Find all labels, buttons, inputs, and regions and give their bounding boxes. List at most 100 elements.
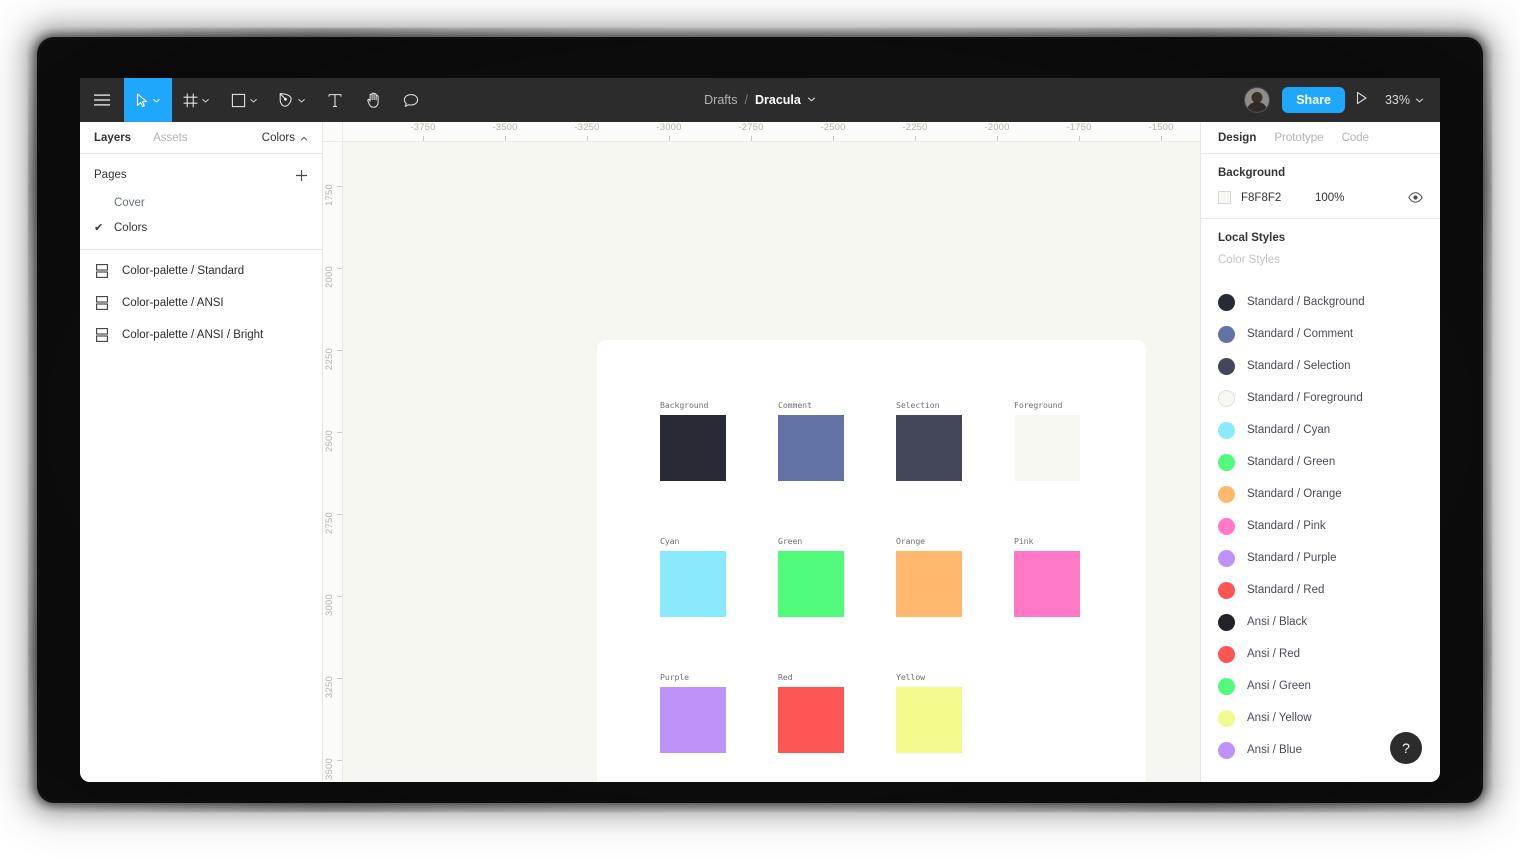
color-style-row[interactable]: Standard / Orange bbox=[1201, 478, 1440, 510]
colors-section-toggle[interactable]: Colors bbox=[262, 132, 308, 144]
color-swatch-box[interactable] bbox=[660, 415, 726, 481]
help-button[interactable]: ? bbox=[1390, 732, 1422, 764]
color-styles-subtitle: Color Styles bbox=[1218, 254, 1280, 266]
color-swatch-cell[interactable]: Yellow bbox=[896, 672, 962, 753]
color-style-label: Ansi / Yellow bbox=[1247, 712, 1312, 724]
color-swatch-cell[interactable]: Foreground bbox=[1014, 400, 1080, 481]
user-avatar[interactable] bbox=[1244, 87, 1271, 113]
color-swatch-box[interactable] bbox=[896, 687, 962, 753]
color-swatch-box[interactable] bbox=[896, 551, 962, 617]
canvas-surface[interactable]: Background Comment Selection Foreground Cyan… bbox=[343, 142, 1200, 782]
ruler-corner[interactable] bbox=[323, 122, 343, 142]
layer-row[interactable]: Color-palette / Standard bbox=[80, 255, 322, 287]
color-style-row[interactable]: Ansi / Black bbox=[1201, 606, 1440, 638]
ruler-tick-label: 2000 bbox=[324, 266, 335, 288]
color-swatch-cell[interactable]: Background bbox=[660, 400, 726, 481]
component-set-icon bbox=[96, 328, 122, 342]
color-swatch-box[interactable] bbox=[778, 551, 844, 617]
color-swatch-box[interactable] bbox=[1014, 415, 1080, 481]
move-tool-caret-icon[interactable] bbox=[152, 96, 161, 105]
color-style-label: Standard / Pink bbox=[1247, 520, 1326, 532]
tab-assets[interactable]: Assets bbox=[153, 132, 188, 144]
local-styles-section: Local Styles Color Styles bbox=[1201, 219, 1440, 286]
color-style-label: Standard / Foreground bbox=[1247, 392, 1363, 404]
background-opacity-value[interactable]: 100% bbox=[1315, 192, 1408, 204]
vertical-ruler[interactable]: 1750 2000 2250 2500 2750 3000 3250 3500 bbox=[323, 122, 343, 782]
color-swatch-box[interactable] bbox=[778, 415, 844, 481]
color-swatch-cell[interactable]: Selection bbox=[896, 400, 962, 481]
share-button[interactable]: Share bbox=[1282, 87, 1345, 113]
breadcrumb-drafts[interactable]: Drafts bbox=[704, 93, 737, 107]
present-button[interactable] bbox=[1345, 78, 1379, 122]
tab-code[interactable]: Code bbox=[1342, 132, 1370, 144]
shape-tool-caret-icon[interactable] bbox=[249, 96, 258, 105]
app-root: Drafts / Dracula Share 33% Layers Assets… bbox=[0, 0, 1520, 861]
horizontal-ruler[interactable]: -3750 -3500 -3250 -3000 -2750 -2500 -2250 -2000… bbox=[323, 122, 1200, 142]
color-style-row[interactable]: Standard / Selection bbox=[1201, 350, 1440, 382]
color-style-label: Standard / Green bbox=[1247, 456, 1336, 468]
ruler-tick-mark bbox=[337, 678, 342, 679]
zoom-control[interactable]: 33% bbox=[1379, 93, 1428, 107]
color-style-row[interactable]: Ansi / Red bbox=[1201, 638, 1440, 670]
color-style-row[interactable]: Standard / Green bbox=[1201, 446, 1440, 478]
color-style-label: Ansi / Blue bbox=[1247, 744, 1302, 756]
color-style-row[interactable]: Standard / Pink bbox=[1201, 510, 1440, 542]
frame-tool-caret-icon[interactable] bbox=[201, 96, 210, 105]
tab-design[interactable]: Design bbox=[1218, 132, 1256, 144]
background-hex-value[interactable]: F8F8F2 bbox=[1241, 192, 1315, 204]
color-swatch-box[interactable] bbox=[896, 415, 962, 481]
hand-tool-button[interactable] bbox=[354, 78, 392, 122]
ruler-tick-mark bbox=[751, 136, 752, 141]
ruler-tick-mark bbox=[337, 350, 342, 351]
shape-tool-button[interactable] bbox=[220, 78, 268, 122]
color-style-row[interactable]: Standard / Background bbox=[1201, 286, 1440, 318]
pen-tool-button[interactable] bbox=[268, 78, 316, 122]
color-style-row[interactable]: Standard / Purple bbox=[1201, 542, 1440, 574]
ruler-tick-label: 1750 bbox=[324, 184, 335, 206]
text-tool-button[interactable] bbox=[316, 78, 354, 122]
pen-tool-caret-icon[interactable] bbox=[297, 96, 306, 105]
color-swatch-box[interactable] bbox=[1014, 551, 1080, 617]
add-page-button[interactable] bbox=[295, 169, 308, 182]
ruler-tick-mark bbox=[669, 136, 670, 141]
color-swatch-box[interactable] bbox=[660, 551, 726, 617]
text-t-icon bbox=[328, 93, 342, 108]
canvas-area[interactable]: Background Comment Selection Foreground Cyan… bbox=[323, 122, 1200, 782]
color-style-label: Ansi / Black bbox=[1247, 616, 1308, 628]
color-style-row[interactable]: Standard / Red bbox=[1201, 574, 1440, 606]
background-color-swatch[interactable] bbox=[1218, 191, 1231, 204]
hamburger-menu-icon bbox=[94, 94, 110, 106]
color-swatch-cell[interactable]: Orange bbox=[896, 536, 962, 617]
frame-tool-button[interactable] bbox=[172, 78, 220, 122]
eye-icon[interactable] bbox=[1408, 192, 1423, 203]
color-swatch-box[interactable] bbox=[660, 687, 726, 753]
color-style-row[interactable]: Standard / Comment bbox=[1201, 318, 1440, 350]
tab-prototype[interactable]: Prototype bbox=[1274, 132, 1323, 144]
color-style-row[interactable]: Ansi / Yellow bbox=[1201, 702, 1440, 734]
color-swatch-cell[interactable]: Red bbox=[778, 672, 844, 753]
color-style-row[interactable]: Standard / Foreground bbox=[1201, 382, 1440, 414]
color-style-row[interactable]: Standard / Cyan bbox=[1201, 414, 1440, 446]
move-tool-button[interactable] bbox=[124, 78, 172, 122]
layer-row[interactable]: Color-palette / ANSI bbox=[80, 287, 322, 319]
color-style-row[interactable]: Ansi / Green bbox=[1201, 670, 1440, 702]
breadcrumb-caret-icon[interactable] bbox=[807, 95, 816, 105]
ruler-tick-label: 2250 bbox=[324, 348, 335, 370]
colors-section-label: Colors bbox=[261, 131, 295, 144]
comment-tool-button[interactable] bbox=[392, 78, 430, 122]
color-swatch-box[interactable] bbox=[778, 687, 844, 753]
color-swatch-cell[interactable]: Green bbox=[778, 536, 844, 617]
layer-row[interactable]: Color-palette / ANSI / Bright bbox=[80, 319, 322, 351]
ruler-tick-label: 2750 bbox=[324, 512, 335, 534]
top-toolbar: Drafts / Dracula Share 33% bbox=[80, 78, 1440, 122]
color-palette-frame[interactable]: Background Comment Selection Foreground Cyan… bbox=[597, 340, 1146, 782]
color-swatch-cell[interactable]: Pink bbox=[1014, 536, 1080, 617]
main-menu-button[interactable] bbox=[80, 78, 124, 122]
color-swatch-cell[interactable]: Purple bbox=[660, 672, 726, 753]
page-item-cover[interactable]: Cover bbox=[80, 190, 322, 215]
color-swatch-cell[interactable]: Comment bbox=[778, 400, 844, 481]
breadcrumb-file-name[interactable]: Dracula bbox=[755, 93, 801, 107]
color-swatch-cell[interactable]: Cyan bbox=[660, 536, 726, 617]
page-item-colors[interactable]: ✔ Colors bbox=[80, 215, 322, 240]
tab-layers[interactable]: Layers bbox=[94, 132, 131, 144]
